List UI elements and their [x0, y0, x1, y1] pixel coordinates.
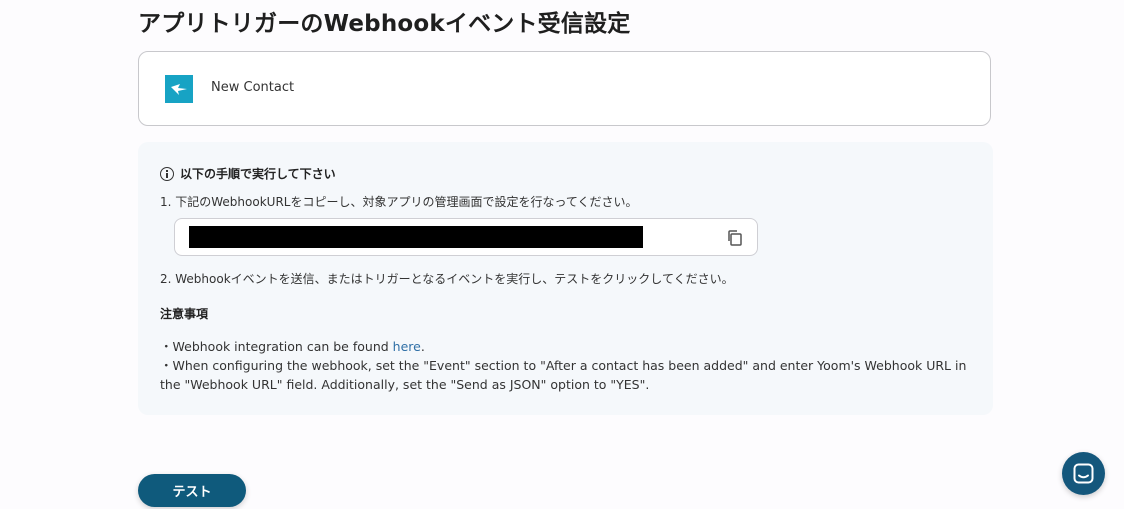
page-title: アプリトリガーのWebhookイベント受信設定 [138, 11, 631, 37]
webhook-url-redacted [189, 226, 643, 248]
app-trigger-card: New Contact [138, 51, 991, 126]
instructions-heading-text: 以下の手順で実行して下さい [180, 167, 336, 181]
chat-icon [1073, 463, 1094, 484]
webhook-url-field[interactable] [174, 218, 758, 256]
note-webhook-config: ・When configuring the webhook, set the "… [160, 358, 967, 392]
test-button[interactable]: テスト [138, 474, 246, 507]
note-1-prefix: ・Webhook integration can be found [160, 339, 393, 354]
here-link[interactable]: here [393, 339, 421, 354]
note-1-suffix: . [420, 339, 425, 354]
notes-title: 注意事項 [160, 307, 209, 321]
step-1-text: 1. 下記のWebhookURLをコピーし、対象アプリの管理画面で設定を行なって… [160, 195, 638, 209]
info-icon [160, 166, 174, 181]
step-2-text: 2. Webhookイベントを送信、またはトリガーとなるイベントを実行し、テスト… [160, 272, 734, 286]
instructions-panel: 以下の手順で実行して下さい 1. 下記のWebhookURLをコピーし、対象アプ… [138, 142, 993, 415]
instructions-heading: 以下の手順で実行して下さい [160, 165, 336, 182]
note-integration: ・Webhook integration can be found here. [160, 337, 980, 356]
trigger-name: New Contact [211, 80, 295, 95]
chat-button[interactable] [1062, 452, 1105, 495]
copy-icon[interactable] [725, 228, 745, 248]
app-logo-icon [165, 75, 193, 103]
